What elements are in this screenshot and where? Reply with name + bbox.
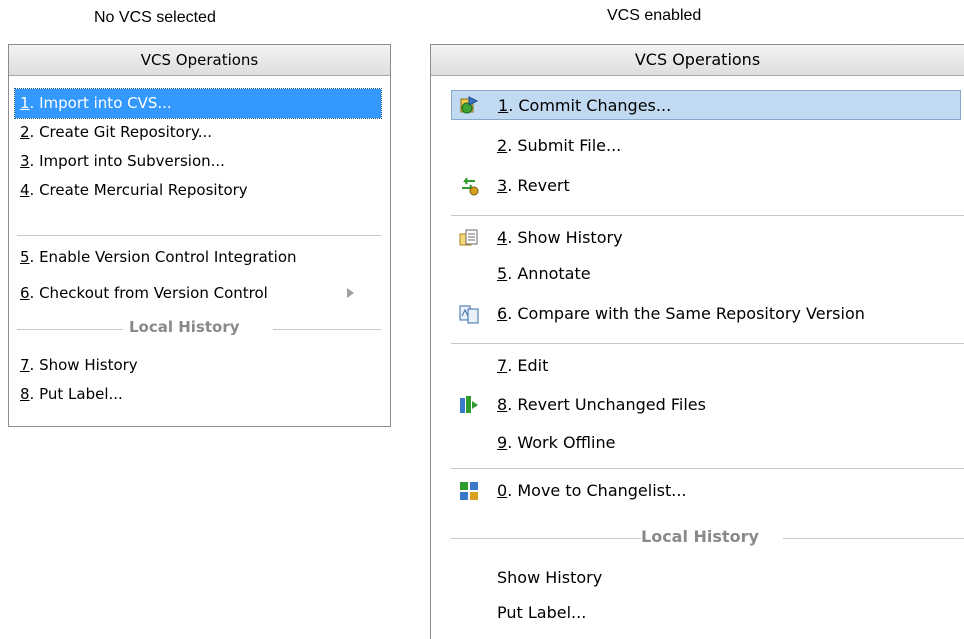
menu-item-edit[interactable]: 7. Edit (451, 351, 961, 381)
menu-item-move-to-changelist[interactable]: 0. Move to Changelist... (451, 476, 961, 506)
menu-item-label: . Import into CVS... (29, 94, 172, 112)
mnemonic: 2 (497, 136, 508, 155)
menu-item-label: . Create Mercurial Repository (29, 181, 248, 199)
mnemonic: 6 (497, 304, 508, 323)
changelist-icon (460, 482, 478, 500)
group-divider (451, 538, 641, 539)
menu-separator (451, 343, 964, 344)
menu-item-work-offline[interactable]: 9. Work Offline (451, 428, 961, 458)
menu-item-label: . Import into Subversion... (29, 152, 225, 170)
menu-separator (451, 468, 964, 469)
compare-icon (459, 305, 479, 324)
mnemonic: 5 (20, 248, 30, 266)
menu-item-create-git-repository[interactable]: 2. Create Git Repository... (15, 118, 381, 147)
history-icon (459, 229, 478, 246)
group-divider (783, 538, 964, 539)
mnemonic: 8 (20, 385, 30, 403)
menu-item-put-label[interactable]: 8. Put Label... (15, 380, 381, 409)
mnemonic: 1 (498, 96, 509, 115)
popup-header: VCS Operations (431, 45, 964, 76)
menu-item-create-mercurial-repository[interactable]: 4. Create Mercurial Repository (15, 176, 381, 205)
menu-item-label: . Show History (29, 356, 138, 374)
caption-vcs-enabled: VCS enabled (607, 7, 702, 24)
menu-item-label: . Checkout from Version Control (29, 284, 268, 302)
popup-header: VCS Operations (9, 45, 390, 76)
menu-item-label: . Commit Changes... (508, 96, 672, 115)
menu-separator (451, 215, 964, 216)
menu-item-show-history[interactable]: 7. Show History (15, 351, 381, 380)
menu-item-label: . Revert Unchanged Files (507, 395, 706, 414)
vcs-operations-popup-vcs-enabled: VCS Operations 1. Commit Changes... 2. S… (430, 44, 964, 639)
menu-item-label: . Work Offline (507, 433, 616, 452)
mnemonic: 4 (20, 181, 30, 199)
menu-item-label: . Annotate (507, 264, 591, 283)
menu-item-annotate[interactable]: 5. Annotate (451, 259, 961, 289)
menu-item-label: . Edit (507, 356, 549, 375)
menu-item-show-history[interactable]: 4. Show History (451, 223, 961, 253)
menu-item-label: . Revert (507, 176, 570, 195)
menu-item-label: Put Label... (497, 603, 587, 622)
mnemonic: 5 (497, 264, 508, 283)
menu-item-label: . Compare with the Same Repository Versi… (507, 304, 865, 323)
mnemonic: 0 (497, 481, 508, 500)
commit-icon (460, 96, 479, 114)
mnemonic: 6 (20, 284, 30, 302)
mnemonic: 2 (20, 123, 30, 141)
mnemonic: 3 (20, 152, 30, 170)
menu-item-local-show-history[interactable]: Show History (451, 563, 961, 593)
group-divider (17, 329, 123, 330)
menu-item-local-put-label[interactable]: Put Label... (451, 598, 961, 628)
menu-item-label: Show History (497, 568, 603, 587)
group-label-local-history: Local History (129, 318, 240, 336)
menu-item-revert-unchanged-files[interactable]: 8. Revert Unchanged Files (451, 390, 961, 420)
menu-item-revert[interactable]: 3. Revert (451, 171, 961, 201)
mnemonic: 3 (497, 176, 508, 195)
submenu-arrow-icon (347, 288, 354, 298)
menu-item-commit-changes[interactable]: 1. Commit Changes... (451, 90, 961, 120)
caption-no-vcs: No VCS selected (94, 9, 216, 26)
group-label-local-history: Local History (641, 527, 759, 546)
menu-item-label: . Move to Changelist... (507, 481, 687, 500)
revert-icon (462, 177, 479, 196)
menu-item-import-into-cvs[interactable]: 1. Import into CVS... (14, 88, 382, 119)
mnemonic: 7 (497, 356, 508, 375)
menu-item-submit-file[interactable]: 2. Submit File... (451, 131, 961, 161)
menu-item-enable-version-control-integration[interactable]: 5. Enable Version Control Integration (15, 243, 381, 272)
menu-item-checkout-from-version-control[interactable]: 6. Checkout from Version Control (15, 279, 381, 308)
menu-item-label: . Submit File... (507, 136, 622, 155)
mnemonic: 1 (20, 94, 30, 112)
menu-item-import-into-subversion[interactable]: 3. Import into Subversion... (15, 147, 381, 176)
menu-item-label: . Enable Version Control Integration (29, 248, 297, 266)
group-divider (273, 329, 381, 330)
menu-item-label: . Create Git Repository... (29, 123, 213, 141)
mnemonic: 8 (497, 395, 508, 414)
mnemonic: 9 (497, 433, 508, 452)
menu-item-label: . Put Label... (29, 385, 123, 403)
mnemonic: 7 (20, 356, 30, 374)
revert-unchanged-icon (460, 396, 478, 413)
menu-separator (17, 235, 381, 236)
menu-item-label: . Show History (507, 228, 623, 247)
mnemonic: 4 (497, 228, 508, 247)
menu-item-compare-with-repository-version[interactable]: 6. Compare with the Same Repository Vers… (451, 299, 961, 329)
vcs-operations-popup-no-vcs: VCS Operations 1. Import into CVS... 2. … (8, 44, 391, 427)
